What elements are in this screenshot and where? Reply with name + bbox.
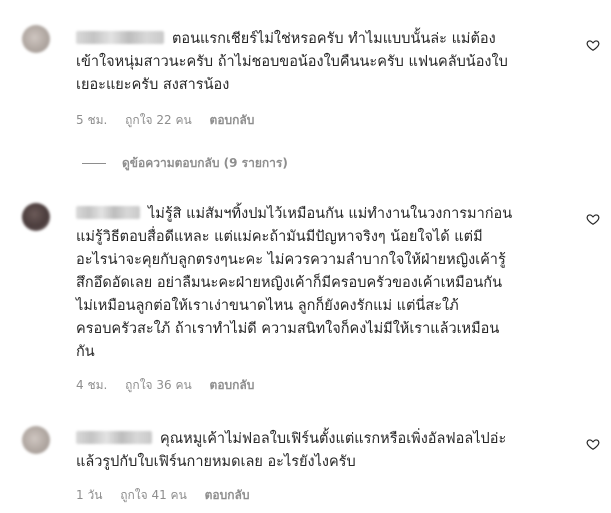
comment-time: 1 วัน (76, 488, 103, 502)
divider-line (82, 163, 106, 164)
comment-time: 4 ชม. (76, 378, 108, 392)
username-blurred[interactable] (76, 431, 152, 444)
username-blurred[interactable] (76, 206, 140, 219)
comment-body: ไม่รู้สิ แม่สัมฯทิ้งปมไว้เหมือนกัน แม่ทำ… (76, 203, 576, 364)
comment-meta: 4 ชม. ถูกใจ 36 คน ตอบกลับ (76, 376, 268, 395)
comment-body: ตอนแรกเชียร์ไม่ใช่หรอครับ ทำไมแบบนั้นล่ะ… (76, 28, 576, 97)
username-blurred[interactable] (76, 31, 164, 44)
avatar[interactable] (22, 426, 50, 454)
heart-outline-icon[interactable] (586, 38, 600, 52)
avatar[interactable] (22, 25, 50, 53)
heart-outline-icon[interactable] (586, 212, 600, 226)
comment-text: ไม่รู้สิ แม่สัมฯทิ้งปมไว้เหมือนกัน แม่ทำ… (76, 206, 513, 360)
reply-button[interactable]: ตอบกลับ (210, 378, 255, 392)
comment-meta: 5 ชม. ถูกใจ 22 คน ตอบกลับ (76, 111, 268, 130)
view-replies-label: ดูข้อความตอบกลับ (9 รายการ) (122, 156, 288, 170)
comment-time: 5 ชม. (76, 113, 108, 127)
like-count[interactable]: ถูกใจ 22 คน (125, 113, 192, 127)
like-count[interactable]: ถูกใจ 41 คน (120, 488, 187, 502)
reply-button[interactable]: ตอบกลับ (205, 488, 250, 502)
like-count[interactable]: ถูกใจ 36 คน (125, 378, 192, 392)
comment-meta: 1 วัน ถูกใจ 41 คน ตอบกลับ (76, 486, 263, 505)
comment-body: คุณหมูเค้าไม่ฟอลใบเฟิร์นตั้งแต่แรกหรือเพ… (76, 428, 576, 474)
heart-outline-icon[interactable] (586, 437, 600, 451)
view-replies-button[interactable]: ดูข้อความตอบกลับ (9 รายการ) (82, 154, 288, 173)
reply-button[interactable]: ตอบกลับ (210, 113, 255, 127)
avatar[interactable] (22, 203, 50, 231)
